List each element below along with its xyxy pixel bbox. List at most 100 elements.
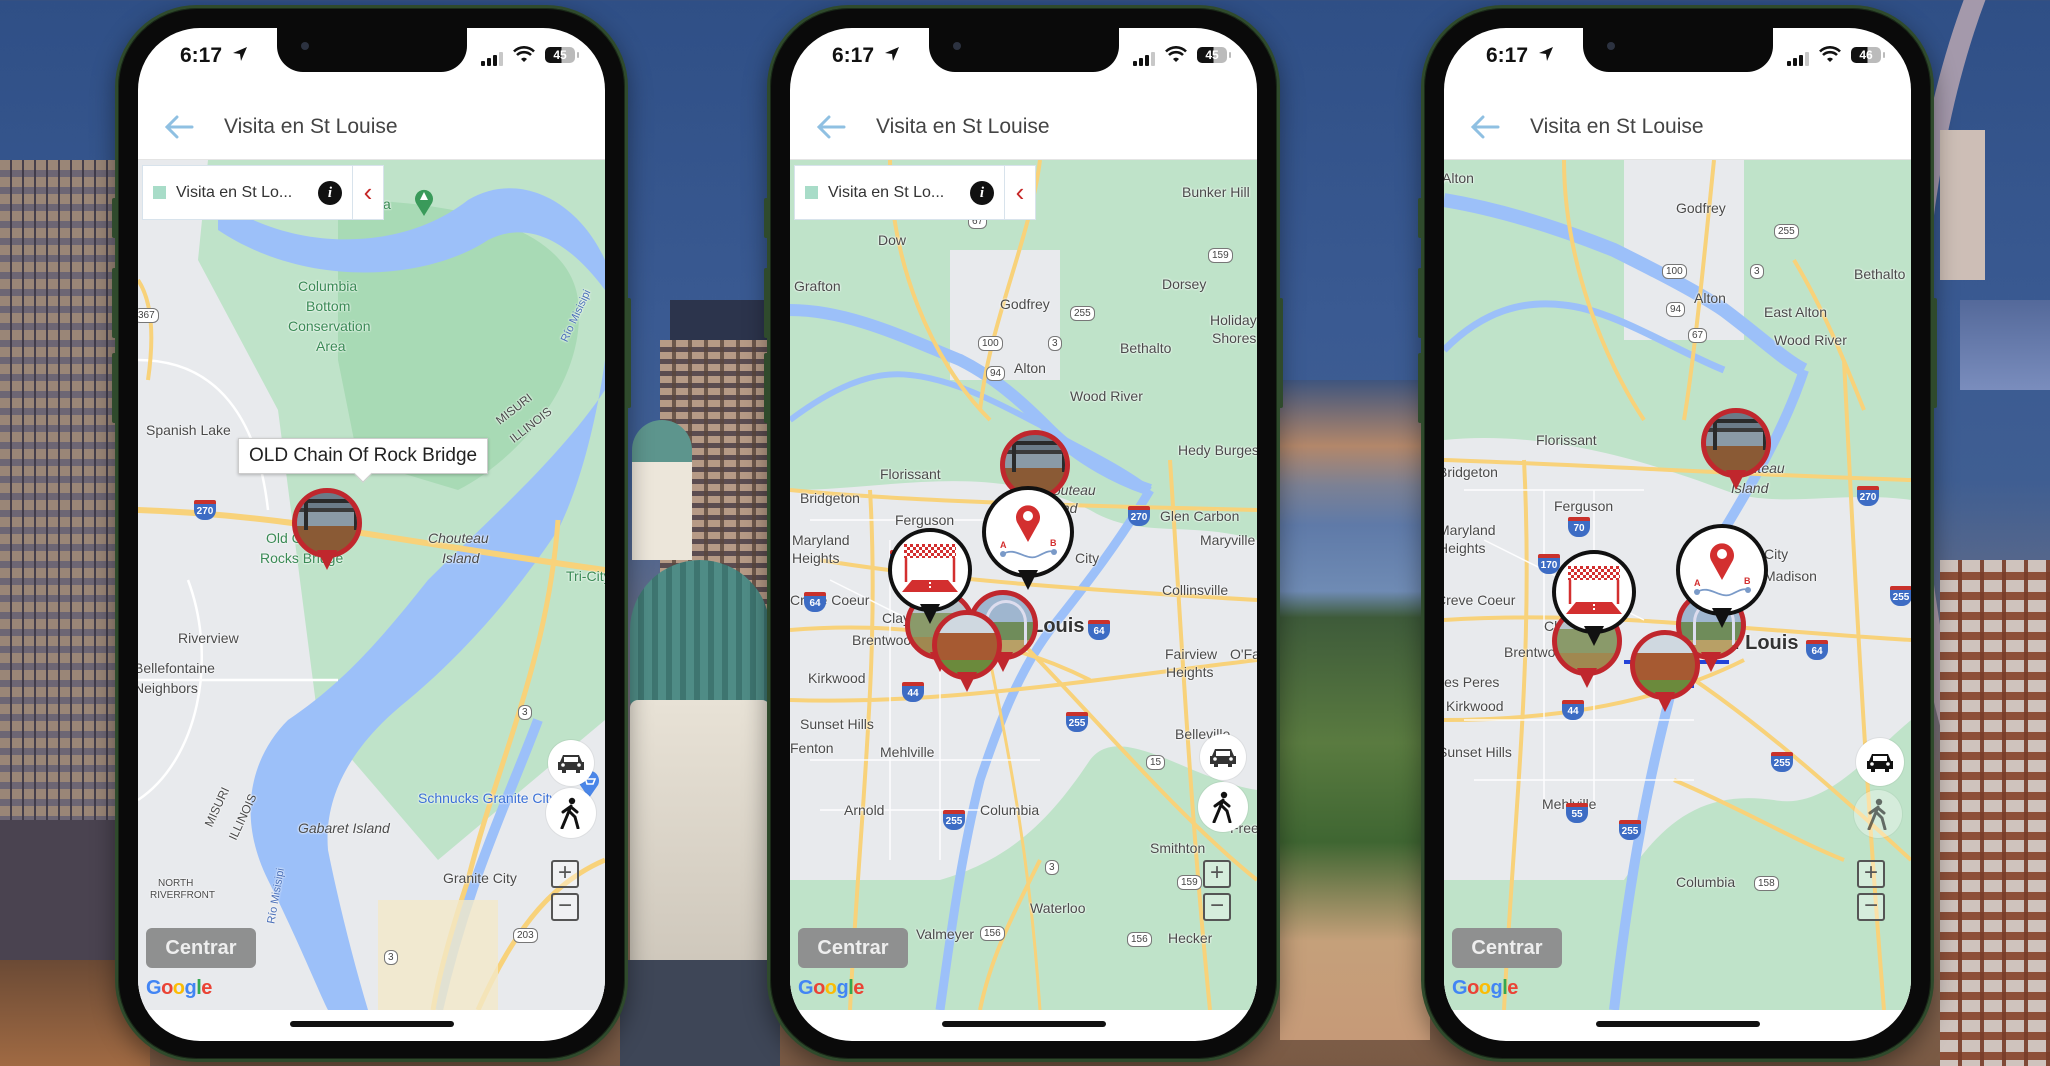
center-map-button[interactable]: Centrar — [798, 928, 908, 968]
map-label: Neighbors — [138, 680, 198, 696]
map-label: Schnucks Granite City — [418, 790, 557, 806]
zoom-out-button[interactable]: − — [551, 893, 579, 921]
interstate-shield: 64 — [804, 592, 826, 612]
map-label: Columbia — [1676, 874, 1736, 890]
info-icon[interactable]: i — [970, 180, 994, 205]
svg-text:A: A — [1000, 540, 1007, 550]
location-arrow-icon — [233, 47, 247, 61]
map-view[interactable]: Alton Godfrey Bethalto Alton East Alton … — [1444, 160, 1911, 1010]
interstate-shield: 270 — [194, 500, 216, 520]
background-riverfront-park — [1280, 380, 1430, 1040]
app-bar: Visita en St Louise — [1444, 98, 1911, 160]
driving-mode-button[interactable] — [1856, 738, 1904, 786]
map-label: Godfrey — [1676, 200, 1726, 216]
map-marker-building[interactable] — [1630, 630, 1700, 714]
notch — [928, 28, 1119, 72]
collapse-panel-button[interactable]: ‹ — [1005, 166, 1035, 219]
map-marker-route[interactable]: A B — [1676, 524, 1768, 634]
status-time: 6:17 — [180, 44, 223, 67]
map-label: Bethalto — [1120, 340, 1172, 356]
finish-line-icon — [902, 544, 958, 592]
back-arrow-icon[interactable] — [814, 112, 848, 142]
center-map-button[interactable]: Centrar — [146, 928, 256, 968]
center-map-button[interactable]: Centrar — [1452, 928, 1562, 968]
interstate-shield: 70 — [1568, 517, 1590, 537]
map-label: Sunset Hills — [1444, 744, 1512, 760]
phone-screen: 6:17 45 Visita en St Louise Columbia Bot… — [138, 28, 605, 1041]
map-marker-route[interactable]: A B — [982, 486, 1074, 596]
route-shield: 159 — [1208, 248, 1233, 263]
map-label: Gabaret Island — [298, 820, 390, 836]
map-label: Wood River — [1070, 388, 1143, 404]
status-time: 6:17 — [1486, 44, 1529, 67]
interstate-shield: 255 — [1066, 712, 1088, 732]
route-shield: 255 — [1070, 306, 1095, 321]
route-shield: 159 — [1177, 875, 1202, 890]
collapse-panel-button[interactable]: ‹ — [353, 166, 383, 219]
map-label: Fenton — [790, 740, 834, 756]
volume-down-button — [1418, 353, 1423, 423]
home-indicator[interactable] — [289, 1021, 454, 1027]
walking-mode-button[interactable] — [1198, 782, 1248, 832]
route-shield: 94 — [1666, 302, 1686, 317]
background-courthouse-dome — [630, 560, 770, 710]
bridge-photo — [292, 488, 362, 558]
map-label: Granite City — [443, 870, 517, 886]
map-label: Island — [442, 550, 480, 566]
layer-color-swatch — [805, 186, 818, 199]
map-label: Tri-City — [566, 568, 605, 584]
layer-toggle[interactable]: Visita en St Lo... i — [795, 166, 1005, 219]
back-arrow-icon[interactable] — [162, 112, 196, 142]
info-icon[interactable]: i — [318, 180, 342, 205]
layer-toggle[interactable]: Visita en St Lo... i — [143, 166, 353, 219]
route-shield: 100 — [1662, 264, 1687, 279]
map-label: Wood River — [1774, 332, 1847, 348]
route-a-b-icon: A B — [1694, 543, 1751, 597]
walking-mode-button[interactable] — [546, 788, 596, 838]
power-button — [1278, 298, 1283, 408]
car-icon — [1210, 749, 1236, 767]
route-shield: 156 — [1127, 932, 1152, 947]
volume-up-button — [1418, 268, 1423, 338]
wifi-icon — [513, 46, 535, 62]
route-shield: 156 — [980, 926, 1005, 941]
map-label: Alton — [1444, 170, 1474, 186]
map-label: Florissant — [880, 466, 941, 482]
map-view[interactable]: Brighton Bunker Hill Dow Grafton Dorsey … — [790, 160, 1257, 1010]
marker-disc: A B — [982, 486, 1074, 578]
walking-mode-button[interactable] — [1854, 790, 1902, 838]
map-label: East Alton — [1764, 304, 1828, 320]
map-marker-bridge[interactable] — [1701, 408, 1771, 492]
map-marker-start-finish[interactable] — [1552, 550, 1636, 650]
map-label: Des Peres — [1444, 674, 1500, 690]
map-label: Area — [316, 338, 346, 354]
home-indicator[interactable] — [1595, 1021, 1760, 1027]
volume-up-button — [764, 268, 769, 338]
driving-mode-button[interactable] — [548, 740, 594, 786]
zoom-out-button[interactable]: − — [1203, 893, 1231, 921]
location-arrow-icon — [1539, 47, 1553, 61]
driving-mode-button[interactable] — [1200, 734, 1246, 780]
marker-tail — [1712, 608, 1732, 628]
map-label: Hedy Burges — [1178, 442, 1257, 458]
route-shield: 3 — [1048, 336, 1062, 351]
map-label: Arnold — [844, 802, 885, 818]
map-marker-bridge[interactable] — [292, 488, 362, 572]
background-tower-right — [1940, 130, 1985, 280]
map-label: Conservation — [288, 318, 371, 334]
zoom-in-button[interactable]: + — [551, 860, 579, 888]
map-label: Waterloo — [1030, 900, 1086, 916]
map-label: Bottom — [306, 298, 351, 314]
zoom-out-button[interactable]: − — [1857, 893, 1885, 921]
zoom-in-button[interactable]: + — [1203, 860, 1231, 888]
google-logo: Google — [146, 977, 212, 999]
map-marker-start-finish[interactable] — [888, 528, 972, 628]
route-shield: 15 — [1146, 755, 1166, 770]
home-indicator[interactable] — [941, 1021, 1106, 1027]
interstate-shield: 55 — [1566, 803, 1588, 823]
zoom-in-button[interactable]: + — [1857, 860, 1885, 888]
map-view[interactable]: Fontaine Boat Ramp Area Columbia Bottom … — [138, 160, 605, 1010]
phone-frame-2: 6:17 45 Visita en St Louise Brighton — [764, 5, 1283, 1062]
back-arrow-icon[interactable] — [1468, 112, 1502, 142]
phone-frame-1: 6:17 45 Visita en St Louise Columbia Bot… — [112, 5, 631, 1062]
